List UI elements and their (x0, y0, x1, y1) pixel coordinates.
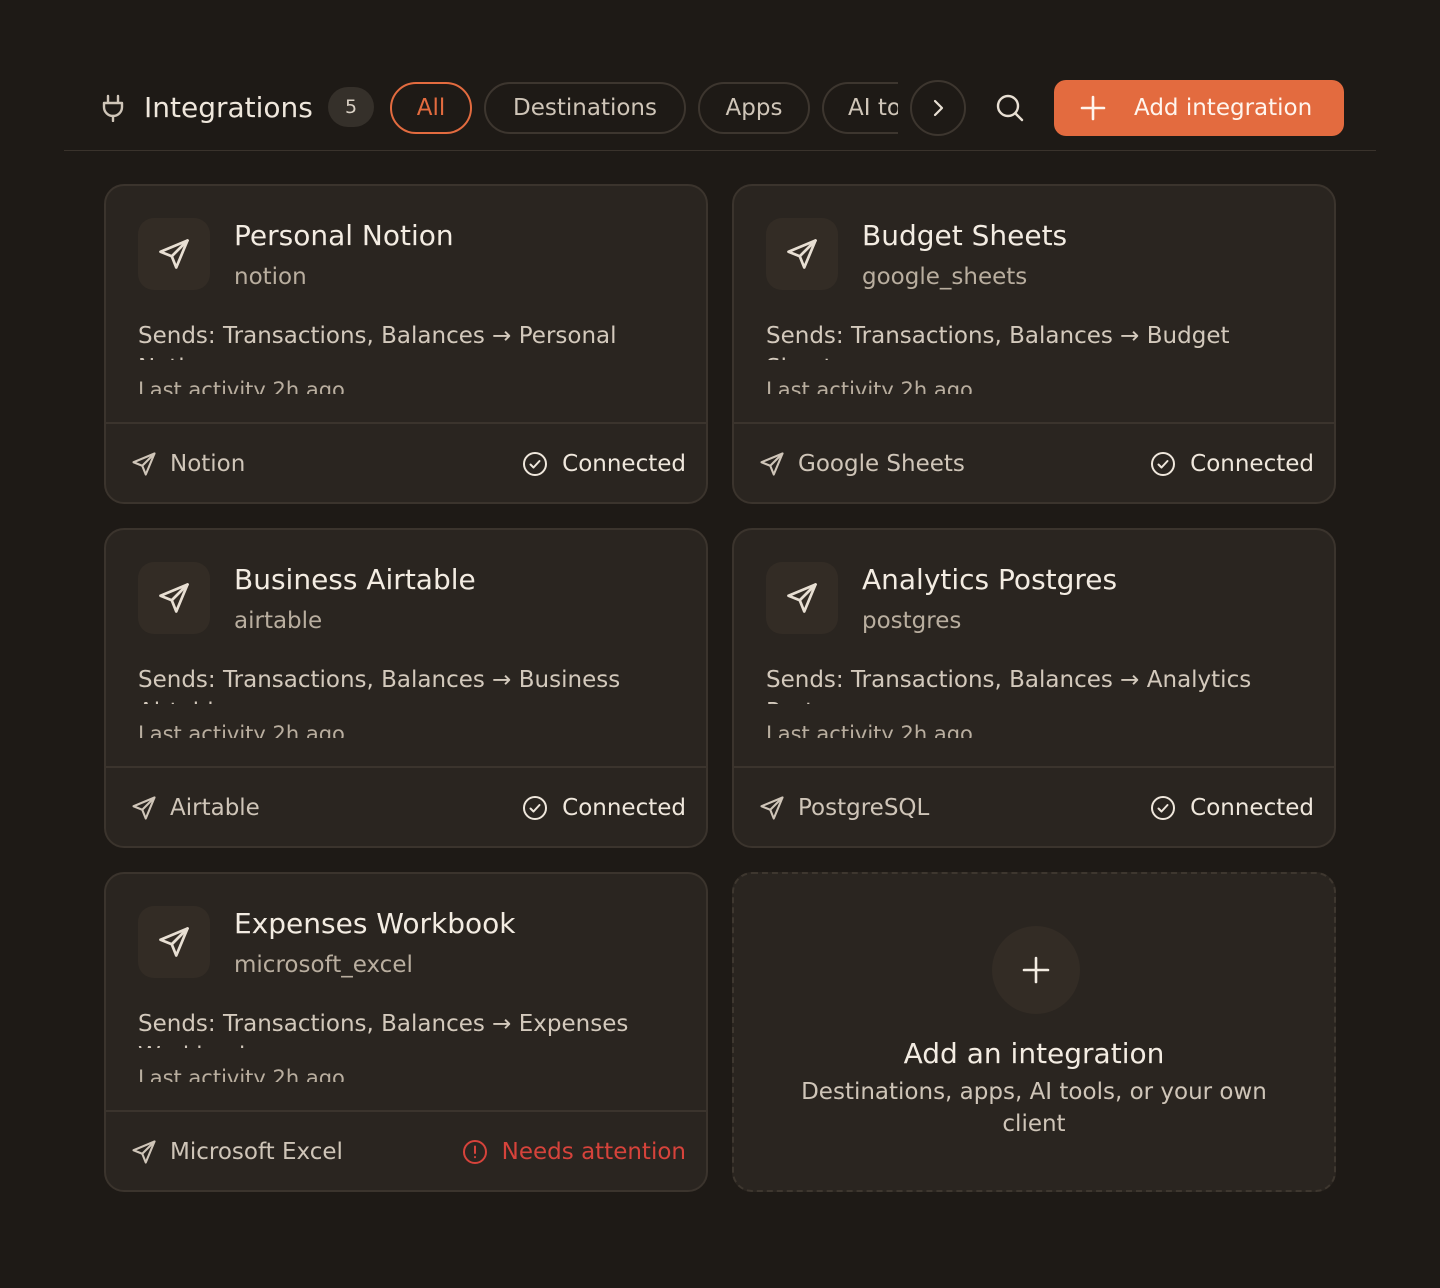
check-circle-icon (1151, 452, 1176, 476)
status-text: Connected (562, 795, 686, 821)
integration-card[interactable]: Personal Notion notion Sends: Transactio… (104, 184, 708, 504)
add-integration-circle (992, 926, 1080, 1014)
check-circle-icon (1151, 796, 1176, 820)
plus-icon (1080, 95, 1106, 121)
status-badge: Connected (1150, 448, 1314, 480)
status-badge: Connected (522, 792, 686, 824)
integration-card-footer: Google Sheets Connected (734, 422, 1334, 502)
status-badge: Needs attention (462, 1136, 686, 1168)
send-icon (760, 796, 784, 820)
integration-card-footer: Microsoft Excel Needs attention (106, 1110, 706, 1190)
add-integration-subtitle: Destinations, apps, AI tools, or your ow… (801, 1079, 1267, 1137)
integration-card[interactable]: Analytics Postgres postgres Sends: Trans… (732, 528, 1336, 848)
status-text: Connected (1190, 795, 1314, 821)
integration-service: Notion (170, 451, 246, 477)
check-circle-icon (523, 452, 548, 476)
status-text: Connected (1190, 451, 1314, 477)
header-divider (64, 150, 1376, 151)
integration-service: Microsoft Excel (170, 1139, 343, 1165)
integration-card[interactable]: Budget Sheets google_sheets Sends: Trans… (732, 184, 1336, 504)
integration-name: Personal Notion (234, 219, 454, 252)
page-header: Integrations 5 All Destinations Apps AI … (64, 80, 1376, 136)
integration-last-activity: Last activity 2h ago (138, 378, 345, 394)
integration-sends: Sends: Transactions, Balances → Business… (138, 667, 621, 704)
send-icon (159, 927, 189, 957)
page-title: Integrations (144, 91, 313, 124)
check-circle-icon (523, 796, 548, 820)
integration-sends: Sends: Transactions, Balances → Personal… (138, 323, 617, 360)
send-icon (159, 239, 189, 269)
integration-type: postgres (862, 608, 962, 634)
search-button[interactable] (992, 90, 1028, 126)
filter-chip-destinations[interactable]: Destinations (484, 82, 686, 134)
integration-name: Budget Sheets (862, 219, 1068, 252)
status-badge: Connected (522, 448, 686, 480)
integration-last-activity: Last activity 2h ago (138, 1066, 345, 1082)
integration-icon-tile (138, 218, 210, 290)
send-icon (159, 583, 189, 613)
integration-sends: Sends: Transactions, Balances → Analytic… (766, 667, 1252, 704)
plus-icon (1022, 956, 1050, 984)
filter-chip-all[interactable]: All (390, 82, 472, 134)
plug-icon (102, 94, 124, 122)
integration-service: PostgreSQL (798, 795, 930, 821)
send-icon (132, 1140, 156, 1164)
add-integration-label: Add integration (1134, 95, 1313, 121)
integration-name: Business Airtable (234, 563, 476, 596)
chevron-right-icon (933, 99, 944, 117)
alert-circle-icon (462, 1140, 487, 1164)
send-icon (787, 583, 817, 613)
send-icon (787, 239, 817, 269)
integration-sends: Sends: Transactions, Balances → Expenses… (138, 1011, 629, 1048)
integration-type: notion (234, 264, 307, 290)
add-integration-button[interactable]: Add integration (1054, 80, 1344, 136)
filter-chip-ai-tools-clip: AI tools (822, 82, 898, 134)
send-icon (132, 796, 156, 820)
integration-type: google_sheets (862, 264, 1028, 290)
add-integration-title: Add an integration (903, 1037, 1165, 1070)
integration-name: Expenses Workbook (234, 907, 516, 940)
integration-icon-tile (766, 562, 838, 634)
search-icon (996, 94, 1024, 122)
filters-scroll-right-button[interactable] (910, 80, 966, 136)
integration-service: Google Sheets (798, 451, 965, 477)
integration-card[interactable]: Business Airtable airtable Sends: Transa… (104, 528, 708, 848)
integration-icon-tile (138, 562, 210, 634)
status-badge: Connected (1150, 792, 1314, 824)
send-icon (132, 452, 156, 476)
integration-icon-tile (138, 906, 210, 978)
integration-last-activity: Last activity 2h ago (138, 722, 345, 738)
add-integration-card[interactable]: Add an integration Destinations, apps, A… (732, 872, 1336, 1192)
integration-last-activity: Last activity 2h ago (766, 722, 973, 738)
integration-icon-tile (766, 218, 838, 290)
status-text: Needs attention (501, 1139, 686, 1165)
integration-sends: Sends: Transactions, Balances → Budget S… (766, 323, 1230, 360)
integration-name: Analytics Postgres (862, 563, 1118, 596)
send-icon (760, 452, 784, 476)
integration-count-badge: 5 (328, 87, 374, 127)
status-text: Connected (562, 451, 686, 477)
integration-card-footer: PostgreSQL Connected (734, 766, 1334, 846)
filter-chip-apps[interactable]: Apps (698, 82, 810, 134)
integration-type: airtable (234, 608, 323, 634)
integration-card[interactable]: Expenses Workbook microsoft_excel Sends:… (104, 872, 708, 1192)
integration-service: Airtable (170, 795, 260, 821)
integration-type: microsoft_excel (234, 952, 413, 978)
filter-chip-ai-tools[interactable]: AI tools (822, 82, 898, 134)
integration-last-activity: Last activity 2h ago (766, 378, 973, 394)
integration-card-footer: Notion Connected (106, 422, 706, 502)
integration-card-footer: Airtable Connected (106, 766, 706, 846)
